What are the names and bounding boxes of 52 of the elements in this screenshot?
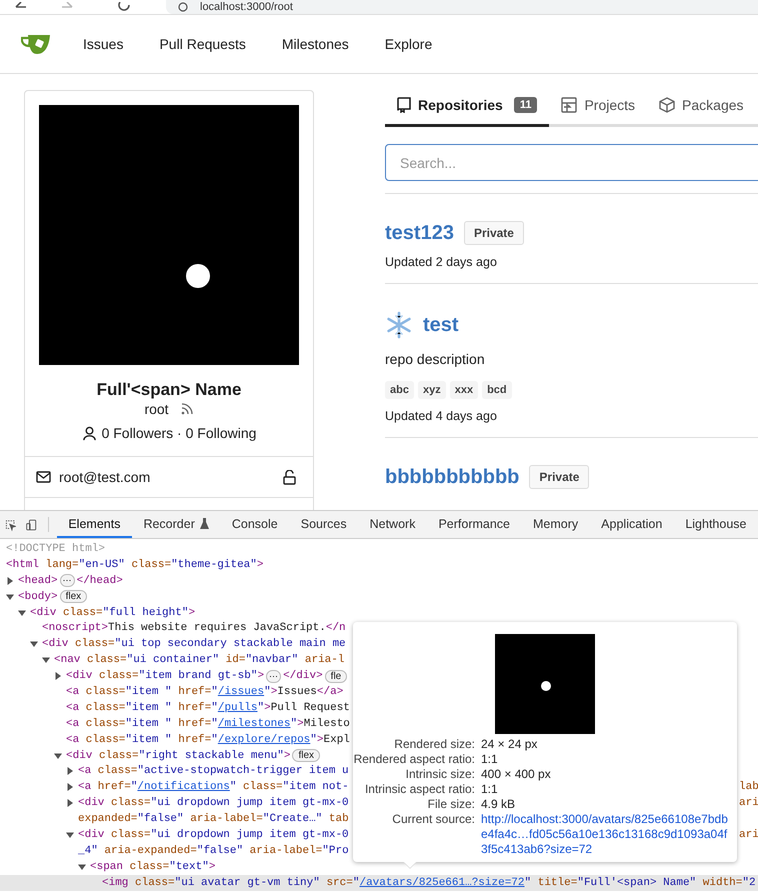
code-text: <div class="full height"> (30, 606, 196, 618)
code-text: <a class="item " href=" (66, 702, 218, 714)
code-text: expanded="false" aria-label="Create…" tab (78, 813, 349, 826)
info-label: Rendered size: (393, 737, 475, 752)
code-text: " title="Full'<span> Name" width="2 (524, 876, 756, 889)
code-text: <span class="text"> (90, 860, 216, 873)
code-text: _4" aria-expanded="false" aria-label="Pro (78, 844, 349, 857)
code-text: ">Milesto (290, 718, 350, 730)
code-text: <div class="ui dropdown jump item gt-mx-0 (78, 828, 349, 841)
info-label: Rendered aspect ratio: (353, 752, 475, 767)
code-text: <nav class="ui container" id="navbar" aria-l (54, 654, 344, 666)
code-text: <a class="item " href=" (66, 718, 218, 730)
info-value: 1:1 (481, 752, 499, 767)
code-text: <a href=" (78, 781, 138, 794)
code-text: <div class="right stackable menu"> (66, 750, 290, 762)
code-text: <img class="ui avatar gt-vm tiny" src=" (102, 876, 360, 889)
visibility-label: Private (464, 221, 524, 245)
code-text: " class="item not- (230, 781, 349, 794)
updated-text: Updated 4 days ago (385, 409, 498, 423)
code-text: <div class="ui top secondary stackable main me (42, 638, 346, 650)
full-name: Full'<span> Name (96, 380, 242, 400)
info-value: 1:1 (481, 782, 499, 797)
info-label: Intrinsic size: (404, 767, 475, 782)
code-text: <a class="active-stopwatch-trigger item u (78, 765, 349, 778)
code-text: <!DOCTYPE html> (6, 542, 106, 555)
code-text: <div class="ui dropdown jump item gt-mx-0 (78, 797, 349, 810)
info-label: Current source: (391, 812, 475, 827)
code-text: <a class="item " href=" (66, 686, 218, 698)
code-text: ari (739, 797, 758, 810)
code-text: <html lang="en-US" class="theme-gitea"> (6, 558, 264, 571)
info-value: 24 × 24 px (481, 737, 538, 752)
code-text: ">Expl (310, 734, 350, 746)
code-text: <noscript>This website requires JavaScript.</n (42, 622, 346, 634)
code-text: </head> (76, 574, 123, 587)
info-value: 4.9 kB (481, 797, 516, 812)
code-text: <a class="item " href=" (66, 734, 218, 746)
code-text: ari (739, 828, 758, 841)
code-text: ">Pull Request (257, 702, 350, 714)
info-value: 400 × 400 px (481, 767, 552, 782)
repo-description: repo description (385, 351, 486, 367)
visibility-label: Private (529, 465, 590, 489)
info-label: Intrinsic aspect ratio: (364, 782, 475, 797)
code-text: <body> (18, 590, 58, 603)
code-text: lab (739, 781, 758, 794)
code-text: </div> (283, 670, 323, 682)
code-text: <div class="item brand gt-sb"> (66, 670, 264, 682)
code-text: <head> (18, 574, 58, 587)
count-badge: 11 (514, 97, 538, 113)
info-label: File size: (426, 797, 475, 812)
updated-text: Updated 2 days ago (385, 255, 498, 269)
username: root (144, 401, 169, 417)
code-text: ">Issues</a> (264, 686, 344, 698)
